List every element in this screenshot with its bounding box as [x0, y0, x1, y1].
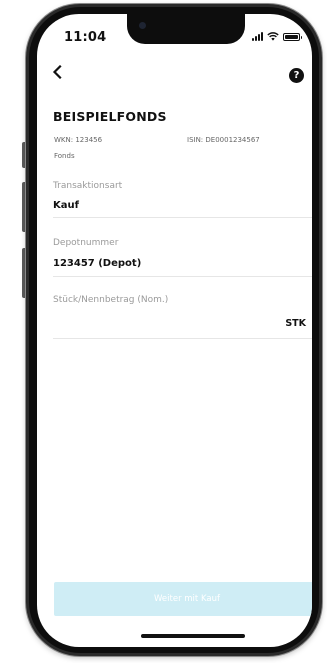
- battery-icon: [283, 32, 302, 41]
- help-button[interactable]: ?: [289, 68, 304, 83]
- question-mark-icon: ?: [293, 70, 300, 81]
- quantity-label: Stück/Nennbetrag (Nom.): [53, 295, 169, 305]
- fund-name: BEISPIELFONDS: [53, 109, 167, 124]
- wifi-icon: [267, 32, 279, 41]
- app-screen: 11:04 ? BEISPIELFONDS WKN: 123456 ISIN: …: [37, 14, 312, 647]
- notch: [127, 14, 245, 44]
- status-time: 11:04: [64, 30, 107, 45]
- camera-icon: [139, 22, 146, 29]
- quantity-unit: STK: [285, 318, 306, 329]
- signal-icon: [252, 32, 263, 41]
- continue-button[interactable]: Weiter mit Kauf: [54, 582, 312, 616]
- depot-value[interactable]: 123457 (Depot): [53, 258, 141, 269]
- fund-wkn: WKN: 123456: [54, 136, 103, 144]
- quantity-input[interactable]: [53, 314, 253, 330]
- fund-isin: ISIN: DE0001234567: [187, 136, 260, 144]
- fund-type: Fonds: [54, 152, 75, 160]
- status-icons: [252, 32, 302, 41]
- depot-divider: [53, 276, 312, 277]
- transaction-type-value[interactable]: Kauf: [53, 200, 79, 211]
- home-indicator[interactable]: [141, 634, 245, 638]
- transaction-type-divider: [53, 217, 312, 218]
- chevron-left-icon: [52, 64, 62, 80]
- quantity-divider: [53, 338, 312, 339]
- depot-label: Depotnummer: [53, 238, 119, 248]
- back-button[interactable]: [52, 62, 62, 84]
- transaction-type-label: Transaktionsart: [53, 181, 123, 191]
